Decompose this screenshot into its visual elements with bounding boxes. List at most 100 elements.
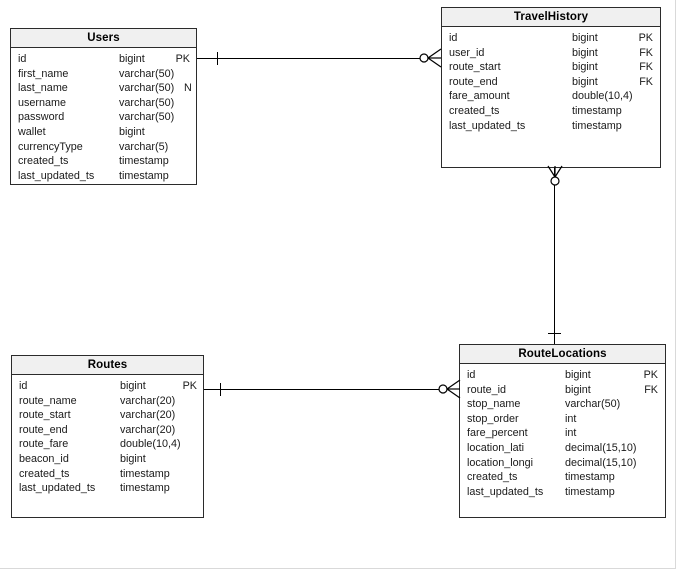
field-type: timestamp [120, 467, 170, 480]
field-name: route_start [19, 409, 71, 422]
field-name: route_start [449, 61, 501, 74]
field-type: int [565, 427, 577, 440]
field-name: created_ts [19, 467, 70, 480]
table-row[interactable]: created_ts timestamp [460, 470, 665, 485]
connector-line [554, 168, 555, 344]
field-name: route_name [19, 394, 77, 407]
field-name: route_id [467, 383, 507, 396]
table-row[interactable]: username varchar(50) [11, 96, 196, 111]
table-row[interactable]: route_name varchar(20) [12, 394, 203, 409]
table-row[interactable]: first_name varchar(50) [11, 67, 196, 82]
field-name: fare_percent [467, 427, 528, 440]
entity-travelhistory-title: TravelHistory [442, 8, 660, 27]
entity-routelocations[interactable]: RouteLocations id bigint PK route_id big… [459, 344, 666, 518]
field-type: bigint [565, 369, 591, 381]
field-name: last_updated_ts [19, 482, 96, 495]
entity-users[interactable]: Users id bigint PK first_name varchar(50… [10, 28, 197, 185]
field-type: timestamp [119, 155, 169, 168]
field-type: decimal(15,10) [565, 441, 637, 454]
field-type: bigint [572, 61, 598, 74]
connector-line [197, 58, 422, 59]
field-name: currencyType [18, 140, 83, 153]
entity-travelhistory[interactable]: TravelHistory id bigint PK user_id bigin… [441, 7, 661, 168]
field-key: PK [175, 53, 190, 65]
table-row[interactable]: created_ts timestamp [442, 104, 660, 119]
field-type: varchar(20) [120, 423, 176, 436]
field-name: stop_name [467, 398, 521, 411]
field-name: username [18, 96, 67, 109]
table-row[interactable]: route_fare double(10,4) [12, 437, 203, 452]
field-name: id [449, 32, 458, 44]
table-row[interactable]: route_start bigint FK [442, 60, 660, 75]
table-row[interactable]: id bigint PK [11, 52, 196, 67]
field-name: password [18, 111, 65, 124]
crow-foot-zero-or-many-icon [547, 165, 563, 186]
table-row[interactable]: last_updated_ts timestamp [12, 481, 203, 496]
field-name: location_lati [467, 441, 525, 454]
table-row[interactable]: stop_name varchar(50) [460, 397, 665, 412]
field-type: timestamp [565, 471, 615, 484]
table-row[interactable]: location_longi decimal(15,10) [460, 456, 665, 471]
field-key: PK [643, 369, 658, 381]
field-type: bigint [572, 75, 598, 88]
field-type: timestamp [572, 104, 622, 117]
field-type: bigint [572, 46, 598, 59]
table-row[interactable]: last_updated_ts timestamp [11, 169, 196, 184]
field-name: fare_amount [449, 90, 510, 103]
field-type: varchar(50) [565, 398, 621, 411]
field-name: route_end [449, 75, 498, 88]
entity-routes[interactable]: Routes id bigint PK route_name varchar(2… [11, 355, 204, 518]
entity-travelhistory-fields: id bigint PK user_id bigint FK route_sta… [442, 27, 660, 133]
entity-routes-fields: id bigint PK route_name varchar(20) rout… [12, 375, 203, 496]
field-type: timestamp [119, 169, 169, 182]
table-row[interactable]: last_name varchar(50) N [11, 81, 196, 96]
table-row[interactable]: route_id bigint FK [460, 383, 665, 398]
field-key: FK [639, 61, 653, 74]
table-row[interactable]: fare_amount double(10,4) [442, 89, 660, 104]
table-row[interactable]: created_ts timestamp [12, 467, 203, 482]
table-row[interactable]: location_lati decimal(15,10) [460, 441, 665, 456]
field-nullable-flag: N [184, 82, 192, 95]
field-type: bigint [119, 125, 145, 138]
entity-routelocations-fields: id bigint PK route_id bigint FK stop_nam… [460, 364, 665, 499]
table-row[interactable]: last_updated_ts timestamp [442, 119, 660, 134]
field-type: double(10,4) [120, 438, 181, 451]
entity-users-fields: id bigint PK first_name varchar(50) last… [11, 48, 196, 183]
field-name: stop_order [467, 412, 519, 425]
field-type: timestamp [572, 119, 622, 132]
table-row[interactable]: last_updated_ts timestamp [460, 485, 665, 500]
field-name: first_name [18, 67, 69, 80]
er-diagram-canvas: Users id bigint PK first_name varchar(50… [0, 0, 676, 569]
table-row[interactable]: created_ts timestamp [11, 154, 196, 169]
field-type: timestamp [120, 482, 170, 495]
field-name: created_ts [467, 471, 518, 484]
field-type: bigint [119, 53, 145, 65]
table-row[interactable]: currencyType varchar(5) [11, 140, 196, 155]
table-row[interactable]: route_end varchar(20) [12, 423, 203, 438]
field-name: last_updated_ts [467, 485, 544, 498]
field-type: bigint [572, 32, 598, 44]
field-name: id [467, 369, 476, 381]
field-type: bigint [565, 383, 591, 396]
table-row[interactable]: beacon_id bigint [12, 452, 203, 467]
field-name: route_fare [19, 438, 69, 451]
table-row[interactable]: stop_order int [460, 412, 665, 427]
table-row[interactable]: id bigint PK [442, 31, 660, 46]
field-type: bigint [120, 452, 146, 465]
field-key: FK [644, 383, 658, 396]
table-row[interactable]: route_end bigint FK [442, 75, 660, 90]
table-row[interactable]: fare_percent int [460, 426, 665, 441]
field-name: location_longi [467, 456, 534, 469]
cardinality-one-marker [220, 383, 221, 396]
table-row[interactable]: user_id bigint FK [442, 46, 660, 61]
table-row[interactable]: route_start varchar(20) [12, 408, 203, 423]
field-name: created_ts [18, 155, 69, 168]
field-type: varchar(50) [119, 82, 175, 95]
table-row[interactable]: id bigint PK [460, 368, 665, 383]
table-row[interactable]: wallet bigint [11, 125, 196, 140]
table-row[interactable]: password varchar(50) [11, 110, 196, 125]
connector-line [204, 389, 440, 390]
field-key: FK [639, 75, 653, 88]
table-row[interactable]: id bigint PK [12, 379, 203, 394]
crow-foot-zero-or-many-icon [438, 379, 461, 399]
